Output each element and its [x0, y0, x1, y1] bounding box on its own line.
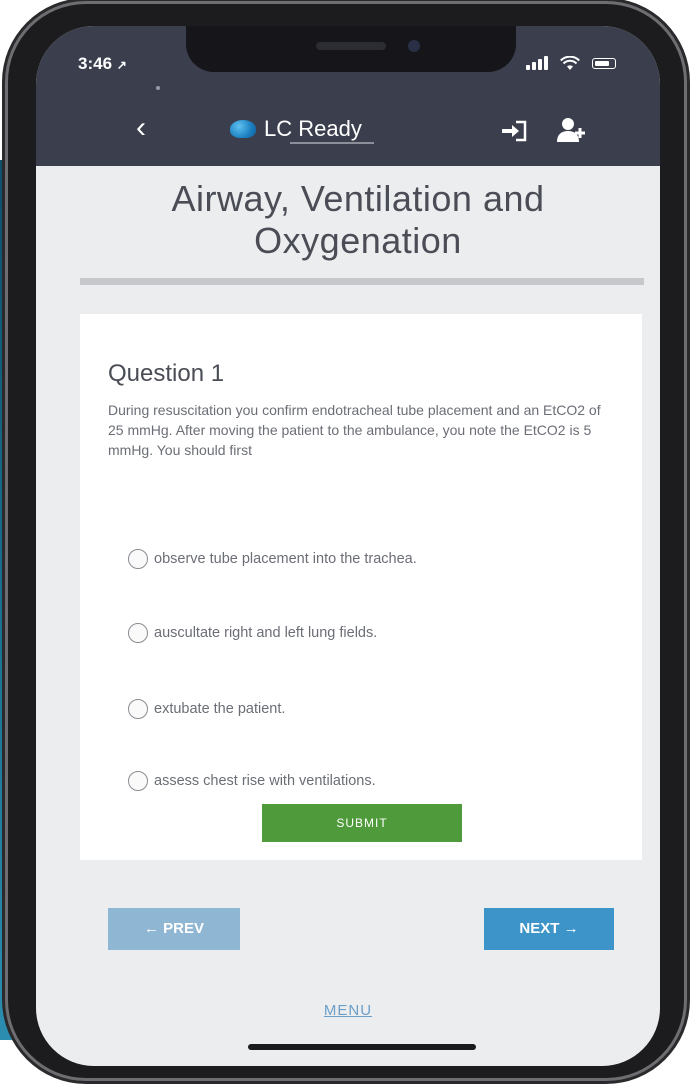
wifi-icon	[560, 56, 580, 70]
answer-option-label: extubate the patient.	[154, 701, 286, 717]
speaker-grille	[316, 42, 386, 50]
radio-button-icon[interactable]	[128, 699, 148, 719]
radio-button-icon[interactable]	[128, 771, 148, 791]
radio-button-icon[interactable]	[128, 549, 148, 569]
answer-option-label: auscultate right and left lung fields.	[154, 625, 378, 641]
status-dot	[156, 86, 160, 90]
answer-option-label: assess chest rise with ventilations.	[154, 773, 376, 789]
logo-tagline-bar	[290, 142, 374, 144]
answer-option[interactable]: auscultate right and left lung fields.	[128, 620, 377, 646]
page-title: Airway, Ventilation and Oxygenation	[171, 178, 545, 261]
answer-option[interactable]: extubate the patient.	[128, 696, 285, 722]
back-button[interactable]: ‹	[126, 110, 156, 146]
notch	[186, 26, 516, 72]
user-plus-icon	[557, 118, 585, 142]
logo-mark-icon	[230, 120, 256, 138]
answer-option[interactable]: assess chest rise with ventilations.	[128, 768, 376, 794]
status-time: 3:46 ↗	[78, 54, 127, 74]
front-camera	[408, 40, 420, 52]
submit-button[interactable]: SUBMIT	[262, 804, 462, 842]
answer-option-label: observe tube placement into the trachea.	[154, 551, 417, 567]
question-heading: Question 1	[108, 360, 225, 387]
title-divider	[80, 278, 644, 285]
question-text: During resuscitation you confirm endotra…	[108, 402, 601, 458]
location-arrow-icon: ↗	[116, 58, 127, 72]
logo-text: LC Ready	[264, 116, 362, 141]
menu-link[interactable]: MENU	[308, 1002, 388, 1019]
login-button[interactable]	[500, 120, 528, 142]
signal-icon	[526, 56, 550, 70]
radio-button-icon[interactable]	[128, 623, 148, 643]
prev-button[interactable]: ← PREV	[108, 908, 240, 950]
status-icons	[526, 56, 616, 72]
status-time-text: 3:46	[78, 54, 113, 73]
home-indicator	[248, 1044, 476, 1050]
sign-in-icon	[502, 120, 527, 142]
app-screen: 3:46 ↗ ‹ LC Ready Airway, Ventilation an…	[36, 26, 660, 1066]
app-header: 3:46 ↗ ‹ LC Ready	[36, 26, 660, 166]
next-button[interactable]: NEXT →	[484, 908, 614, 950]
battery-icon	[592, 58, 616, 69]
phone-frame: 3:46 ↗ ‹ LC Ready Airway, Ventilation an…	[8, 4, 684, 1078]
answer-option[interactable]: observe tube placement into the trachea.	[128, 546, 417, 572]
user-button[interactable]	[556, 116, 586, 144]
question-card: Question 1 During resuscitation you conf…	[80, 314, 642, 860]
chevron-left-icon: ‹	[136, 111, 146, 144]
